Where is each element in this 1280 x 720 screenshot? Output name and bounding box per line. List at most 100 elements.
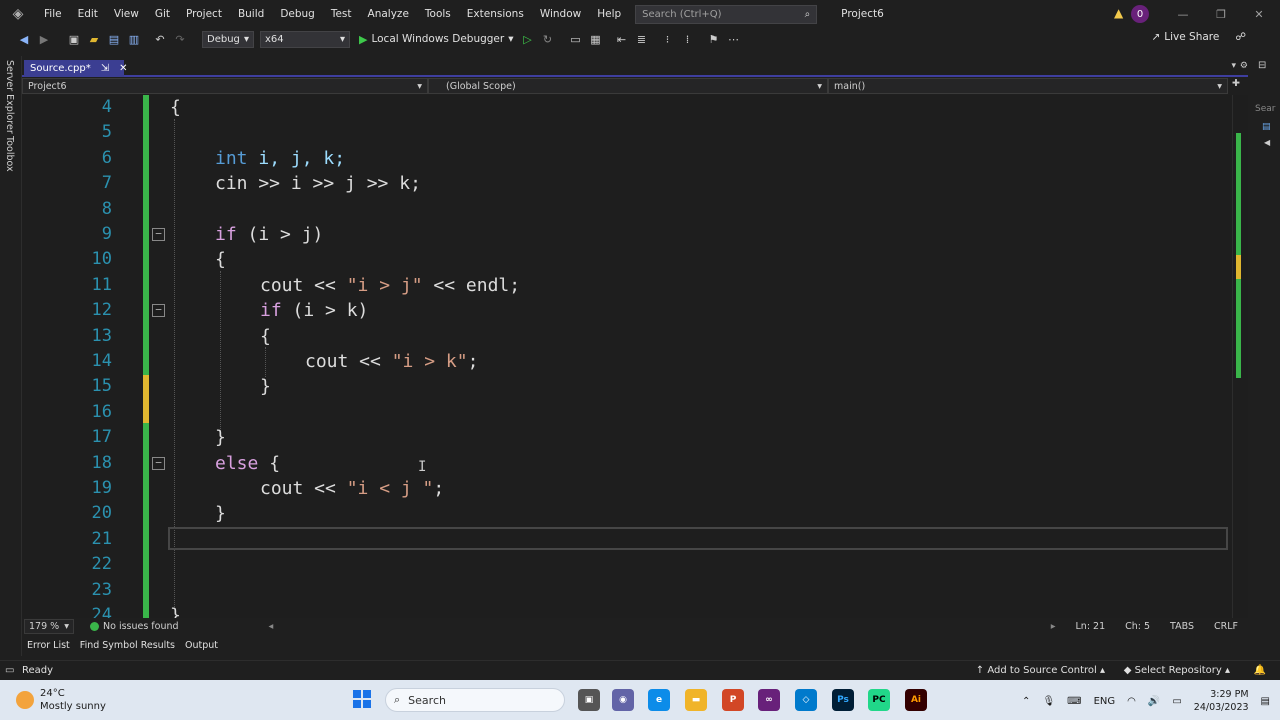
windows-start-icon[interactable] — [353, 690, 371, 708]
configuration-select[interactable]: Debug ▾ — [202, 30, 254, 48]
tab-find-symbol-results[interactable]: Find Symbol Results — [80, 640, 175, 651]
settings-icon[interactable]: ⚙ — [1240, 61, 1248, 71]
minimize-icon[interactable]: — — [1164, 0, 1202, 28]
menu-edit[interactable]: Edit — [70, 8, 106, 20]
wifi-icon[interactable]: ◠ — [1127, 696, 1136, 707]
more-icon[interactable]: ⋯ — [725, 31, 741, 47]
scope-dropdown[interactable]: (Global Scope) ▾ — [428, 78, 828, 94]
code-editor[interactable]: 4{ 5 6 int i, j, k; 7 cin >> i >> j >> k; … — [22, 95, 1248, 618]
teams-icon[interactable]: ◉ — [612, 689, 634, 711]
volume-icon[interactable]: 🔊 — [1148, 696, 1160, 707]
redo-icon[interactable]: ↷ — [172, 31, 188, 47]
menu-tools[interactable]: Tools — [417, 8, 459, 20]
layout-icon[interactable]: ▦ — [587, 31, 603, 47]
server-explorer-tab[interactable]: Server Explorer — [4, 60, 15, 134]
search-input[interactable]: Search (Ctrl+Q) ⌕ — [635, 4, 818, 24]
code-token: ; — [433, 478, 445, 499]
visual-studio-logo-icon[interactable]: ◈ — [0, 0, 36, 28]
member-dropdown[interactable]: main() ▾ — [828, 78, 1228, 94]
maximize-icon[interactable]: ❐ — [1202, 0, 1240, 28]
notification-center-icon[interactable]: ▤ — [1261, 696, 1270, 707]
platform-select[interactable]: x64 ▾ — [260, 30, 350, 48]
feedback-icon[interactable]: ☍ — [1235, 31, 1246, 43]
new-project-icon[interactable]: ▣ — [66, 31, 82, 47]
live-share-button[interactable]: ↗ Live Share ☍ — [1151, 31, 1246, 43]
uncomment-icon[interactable]: ⁞ — [679, 31, 695, 47]
zoom-select[interactable]: 179 % ▾ — [24, 619, 74, 634]
menu-test[interactable]: Test — [323, 8, 360, 20]
save-icon[interactable]: ▤ — [106, 31, 122, 47]
close-tab-icon[interactable]: ✕ — [119, 63, 127, 74]
notifications-icon[interactable]: 🔔 — [1254, 665, 1266, 676]
menu-analyze[interactable]: Analyze — [360, 8, 417, 20]
menu-file[interactable]: File — [36, 8, 70, 20]
notification-badge[interactable]: 0 — [1131, 5, 1149, 23]
microphone-icon[interactable]: 🎙 — [1042, 696, 1055, 707]
open-folder-icon[interactable]: ▰ — [86, 31, 102, 47]
add-icon[interactable]: ✚ — [1228, 78, 1240, 94]
bookmark-icon[interactable]: ⚑ — [705, 31, 721, 47]
indent-mode-indicator[interactable]: TABS — [1170, 621, 1194, 632]
forward-icon[interactable]: ▶ — [36, 31, 52, 47]
clock[interactable]: 3:29 PM 24/03/2023 — [1194, 688, 1249, 714]
menu-view[interactable]: View — [106, 8, 147, 20]
line-ending-indicator[interactable]: CRLF — [1214, 621, 1238, 632]
visual-studio-taskbar-icon[interactable]: ∞ — [758, 689, 780, 711]
menu-build[interactable]: Build — [230, 8, 272, 20]
save-all-icon[interactable]: ▥ — [126, 31, 142, 47]
menu-project[interactable]: Project — [178, 8, 230, 20]
add-to-source-control-button[interactable]: ↑ Add to Source Control ▴ — [976, 665, 1105, 676]
tab-output[interactable]: Output — [185, 640, 218, 651]
select-repository-button[interactable]: ◆ Select Repository ▴ — [1124, 665, 1230, 676]
restart-icon[interactable]: ↻ — [539, 31, 555, 47]
tab-error-list[interactable]: Error List — [27, 640, 70, 651]
collapse-block-icon[interactable]: − — [152, 456, 165, 470]
start-debugging-button[interactable]: ▶ Local Windows Debugger ▾ — [359, 33, 513, 46]
photoshop-icon[interactable]: Ps — [832, 689, 854, 711]
vertical-scrollbar[interactable] — [1232, 95, 1248, 618]
tab-list-icon[interactable]: ▾ — [1231, 61, 1236, 71]
illustrator-icon[interactable]: Ai — [905, 689, 927, 711]
comment-icon[interactable]: ⁝ — [659, 31, 675, 47]
split-icon[interactable]: ⊟ — [1258, 60, 1266, 71]
task-view-icon[interactable]: ▣ — [578, 689, 600, 711]
align-icon[interactable]: ≣ — [633, 31, 649, 47]
edge-icon[interactable]: e — [648, 689, 670, 711]
menu-extensions[interactable]: Extensions — [459, 8, 532, 20]
file-explorer-icon[interactable]: ▬ — [685, 689, 707, 711]
solution-explorer-icon[interactable]: ▤ — [1262, 122, 1271, 132]
project-dropdown[interactable]: Project6 ▾ — [22, 78, 428, 94]
menu-help[interactable]: Help — [589, 8, 629, 20]
menu-debug[interactable]: Debug — [272, 8, 323, 20]
browse-icon[interactable]: ▭ — [567, 31, 583, 47]
back-icon[interactable]: ◀ — [16, 31, 32, 47]
scroll-right-icon[interactable]: ▸ — [1051, 621, 1056, 632]
keyboard-icon[interactable]: ⌨ — [1067, 696, 1081, 707]
collapse-block-icon[interactable]: − — [152, 228, 165, 241]
vscode-icon[interactable]: ◇ — [795, 689, 817, 711]
close-window-icon[interactable]: ✕ — [1240, 0, 1278, 28]
chevron-up-icon[interactable]: ⌃ — [1022, 696, 1030, 707]
powerpoint-icon[interactable]: P — [722, 689, 744, 711]
issues-status[interactable]: No issues found — [103, 621, 179, 632]
undo-icon[interactable]: ↶ — [152, 31, 168, 47]
menu-git[interactable]: Git — [147, 8, 178, 20]
warning-icon[interactable]: ▲ — [1114, 6, 1123, 20]
column-indicator[interactable]: Ch: 5 — [1125, 621, 1150, 632]
language-indicator[interactable]: ENG — [1094, 696, 1116, 707]
tab-source-cpp[interactable]: Source.cpp* ⇲ ✕ — [24, 60, 128, 77]
step-icon[interactable]: ⇤ — [613, 31, 629, 47]
right-strip-search-tab[interactable]: Sear — [1255, 104, 1275, 114]
line-number-indicator[interactable]: Ln: 21 — [1076, 621, 1106, 632]
menu-window[interactable]: Window — [532, 8, 589, 20]
scroll-left-icon[interactable]: ◂ — [269, 621, 274, 632]
toolbox-tab[interactable]: Toolbox — [4, 136, 15, 172]
collapse-icon[interactable]: ◀ — [1264, 138, 1270, 147]
taskbar-search-input[interactable]: ⌕ Search — [385, 688, 565, 712]
pin-icon[interactable]: ⇲ — [101, 63, 109, 74]
battery-icon[interactable]: ▭ — [1172, 696, 1181, 707]
weather-widget[interactable]: 24°C Mostly sunny — [16, 687, 106, 713]
collapse-block-icon[interactable]: − — [152, 304, 165, 318]
start-without-debugging-icon[interactable]: ▷ — [519, 31, 535, 47]
pycharm-icon[interactable]: PC — [868, 689, 890, 711]
